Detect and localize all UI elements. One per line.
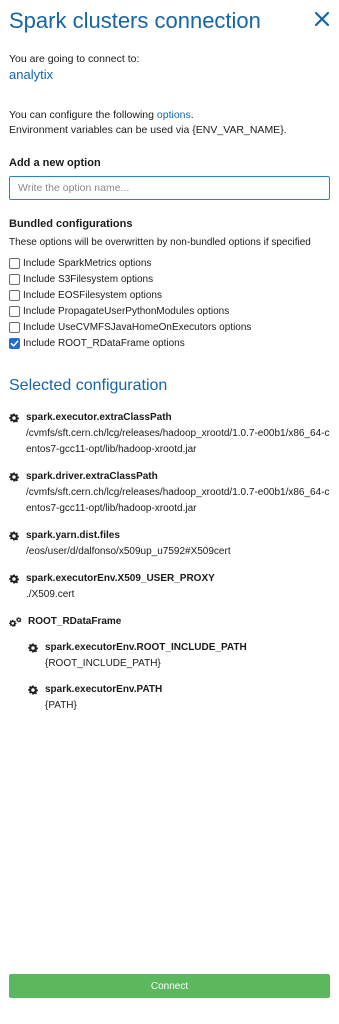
bundled-heading: Bundled configurations: [9, 218, 133, 230]
property-name: spark.executorEnv.PATH: [45, 684, 163, 695]
group-name: ROOT_RDataFrame: [28, 616, 122, 627]
config-property: spark.driver.extraClassPath/cvmfs/sft.ce…: [9, 469, 334, 517]
bundled-option-checkbox[interactable]: [9, 289, 20, 301]
bundled-option-label: Include ROOT_RDataFrame options: [23, 337, 185, 349]
env-var-note: Environment variables can be used via {E…: [9, 124, 287, 136]
spark-connection-panel: Spark clusters connection You are going …: [0, 0, 339, 1024]
bundled-note: These options will be overwritten by non…: [9, 237, 311, 248]
bundled-option-label: Include EOSFilesystem options: [23, 289, 162, 301]
property-value: /cvmfs/sft.cern.ch/lcg/releases/hadoop_x…: [26, 487, 330, 514]
property-name: spark.driver.extraClassPath: [26, 471, 158, 482]
bundled-option-row[interactable]: Include S3Filesystem options: [9, 271, 251, 287]
bundled-checklist: Include SparkMetrics options Include S3Fi…: [9, 255, 251, 351]
bundled-option-row[interactable]: Include ROOT_RDataFrame options: [9, 335, 251, 351]
close-icon[interactable]: [313, 10, 331, 28]
bundled-option-row[interactable]: Include UseCVMFSJavaHomeOnExecutors opti…: [9, 319, 251, 335]
bundled-option-label: Include UseCVMFSJavaHomeOnExecutors opti…: [23, 321, 252, 333]
check-icon: [10, 339, 19, 347]
property-name: spark.executorEnv.ROOT_INCLUDE_PATH: [45, 642, 247, 653]
bundled-option-label: Include S3Filesystem options: [23, 273, 154, 285]
cluster-name: analytix: [9, 67, 54, 82]
config-property: spark.executorEnv.PATH {PATH}: [28, 682, 334, 714]
panel-header: Spark clusters connection: [9, 6, 339, 42]
property-value: ./X509.cert: [26, 589, 75, 600]
add-option-heading: Add a new option: [9, 157, 101, 169]
gear-icon: [28, 685, 38, 701]
config-property: spark.yarn.dist.files/eos/user/d/dalfons…: [9, 528, 334, 560]
bundled-option-checkbox[interactable]: [9, 305, 20, 317]
configure-prefix: You can configure the following: [9, 109, 157, 121]
property-value: {ROOT_INCLUDE_PATH}: [45, 658, 161, 669]
bundled-option-row[interactable]: Include EOSFilesystem options: [9, 287, 251, 303]
bundled-option-label: Include SparkMetrics options: [23, 257, 152, 269]
options-link[interactable]: options: [157, 109, 191, 121]
config-property: spark.executorEnv.ROOT_INCLUDE_PATH {ROOT…: [28, 640, 334, 672]
property-name: spark.yarn.dist.files: [26, 530, 120, 541]
bundled-option-checkbox[interactable]: [9, 257, 20, 269]
bundled-option-row[interactable]: Include SparkMetrics options: [9, 255, 251, 271]
bundled-option-checkbox[interactable]: [9, 273, 20, 285]
property-value: /eos/user/d/dalfonso/x509up_u7592#X509ce…: [26, 546, 231, 557]
connect-button[interactable]: Connect: [9, 974, 330, 998]
config-group: ROOT_RDataFrame: [9, 614, 334, 630]
group-properties: spark.executorEnv.ROOT_INCLUDE_PATH {ROOT…: [28, 640, 334, 714]
property-value: /cvmfs/sft.cern.ch/lcg/releases/hadoop_x…: [26, 428, 330, 455]
bundled-option-checkbox[interactable]: [9, 337, 20, 349]
configure-suffix: .: [190, 109, 194, 121]
property-value: {PATH}: [45, 700, 77, 711]
panel-title: Spark clusters connection: [9, 8, 261, 33]
gears-icon: [9, 617, 22, 634]
gear-icon: [9, 531, 19, 547]
bundled-option-row[interactable]: Include PropagateUserPythonModules optio…: [9, 303, 251, 319]
connect-intro-text: You are going to connect to:: [9, 53, 140, 65]
selected-config-list: spark.executor.extraClassPath/cvmfs/sft.…: [9, 410, 334, 714]
selected-config-heading: Selected configuration: [9, 377, 168, 394]
config-property: spark.executorEnv.X509_USER_PROXY ./X509.…: [9, 571, 334, 603]
gear-icon: [28, 643, 38, 659]
bundled-option-checkbox[interactable]: [9, 321, 20, 333]
option-name-input[interactable]: [9, 176, 330, 200]
config-property: spark.executor.extraClassPath/cvmfs/sft.…: [9, 410, 334, 458]
gear-icon: [9, 413, 19, 429]
bundled-option-label: Include PropagateUserPythonModules optio…: [23, 305, 230, 317]
configure-text: You can configure the following options.…: [9, 108, 287, 138]
gear-icon: [9, 472, 19, 488]
property-name: spark.executorEnv.X509_USER_PROXY: [26, 573, 215, 584]
property-name: spark.executor.extraClassPath: [26, 412, 172, 423]
gear-icon: [9, 574, 19, 590]
